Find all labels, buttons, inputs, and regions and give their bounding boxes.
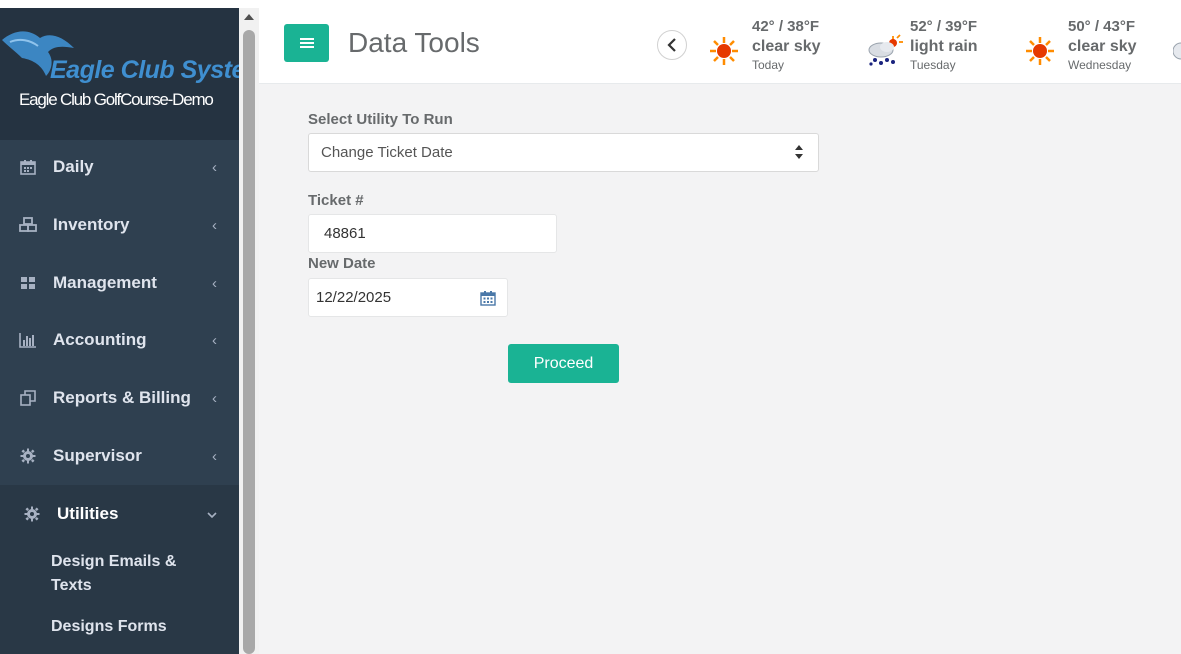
sidebar-item-label: Reports & Billing	[53, 388, 191, 407]
sun-icon	[1026, 37, 1054, 65]
utility-select[interactable]: Change Ticket Date	[308, 133, 819, 172]
weather-day: Today	[752, 58, 785, 72]
utilities-section: Utilities Design Emails & Texts Designs …	[0, 485, 239, 654]
sidebar-item-label: Daily	[53, 157, 94, 176]
sidebar-item-management[interactable]: Management ‹	[0, 254, 239, 312]
weather-day: Tuesday	[910, 58, 956, 72]
weather-tuesday: 52° / 39°F light rain Tuesday	[865, 18, 1015, 74]
menu-toggle-button[interactable]	[284, 24, 329, 62]
new-date-label: New Date	[308, 255, 376, 272]
cubes-icon	[19, 216, 37, 234]
weather-temp: 50° / 43°F	[1068, 18, 1136, 35]
utility-select-value: Change Ticket Date	[321, 144, 453, 161]
sidebar-item-reports-billing[interactable]: Reports & Billing ‹	[0, 369, 239, 427]
sidebar-item-inventory[interactable]: Inventory ‹	[0, 196, 239, 254]
logo: Eagle Club Systems	[0, 16, 280, 96]
weather-today: 42° / 38°F clear sky Today	[707, 18, 857, 74]
new-date-input[interactable]	[308, 278, 508, 317]
copy-icon	[19, 389, 37, 407]
sidebar-item-supervisor[interactable]: Supervisor ‹	[0, 427, 239, 485]
sidebar-item-label: Utilities	[57, 504, 119, 523]
weather-next-icon	[1173, 42, 1181, 60]
weather-desc: light rain	[910, 38, 978, 55]
sidebar-item-daily[interactable]: Daily ‹	[0, 138, 239, 196]
subitem-design-emails-texts[interactable]: Design Emails & Texts	[51, 550, 211, 598]
rain-cloud-icon	[868, 34, 903, 66]
weather-desc: clear sky	[752, 38, 821, 55]
sidebar-scrollbar[interactable]	[239, 8, 259, 654]
sidebar-item-accounting[interactable]: Accounting ‹	[0, 311, 239, 369]
chevron-left-icon: ‹	[212, 216, 217, 234]
chevron-left-icon: ‹	[212, 389, 217, 407]
weather-prev-button[interactable]	[657, 30, 687, 60]
utility-label: Select Utility To Run	[308, 111, 453, 128]
weather-temp: 52° / 39°F	[910, 18, 978, 35]
ticket-label: Ticket #	[308, 192, 364, 209]
weather-wednesday: 50° / 43°F clear sky Wednesday	[1023, 18, 1173, 74]
sidebar-item-label: Accounting	[53, 330, 147, 349]
bar-chart-icon	[19, 331, 37, 349]
chevron-left-icon: ‹	[212, 447, 217, 465]
sidebar-item-label: Supervisor	[53, 446, 142, 465]
grid-icon	[19, 274, 37, 292]
chevron-left-icon: ‹	[212, 331, 217, 349]
calendar-icon	[19, 158, 37, 176]
sidebar: Eagle Club Systems Eagle Club GolfCourse…	[0, 8, 280, 654]
sidebar-item-label: Management	[53, 273, 157, 292]
chevron-left-icon: ‹	[212, 274, 217, 292]
chevron-left-icon	[667, 38, 676, 52]
weather-day: Wednesday	[1068, 58, 1132, 72]
page-title: Data Tools	[348, 27, 480, 58]
gear-icon	[19, 447, 37, 465]
proceed-button[interactable]: Proceed	[508, 344, 619, 383]
sidebar-item-label: Inventory	[53, 215, 130, 234]
chevron-left-icon: ‹	[212, 158, 217, 176]
gear-icon	[23, 505, 41, 523]
select-arrows-icon	[795, 145, 803, 159]
scroll-thumb[interactable]	[243, 30, 255, 654]
weather-temp: 42° / 38°F	[752, 18, 820, 35]
calendar-icon[interactable]	[480, 290, 496, 306]
sidebar-header: Eagle Club Systems Eagle Club GolfCourse…	[0, 8, 280, 140]
chevron-down-icon	[207, 506, 217, 523]
main-content: Data Tools 42° / 38°F clear sky Today 52…	[259, 8, 1181, 654]
ticket-number-input[interactable]	[308, 214, 557, 253]
sidebar-item-utilities[interactable]: Utilities	[0, 485, 239, 543]
weather-desc: clear sky	[1068, 38, 1137, 55]
club-name: Eagle Club GolfCourse-Demo	[19, 90, 214, 109]
top-bar: Data Tools 42° / 38°F clear sky Today 52…	[259, 8, 1181, 84]
sun-icon	[710, 37, 738, 65]
scroll-up-arrow[interactable]	[244, 14, 254, 20]
subitem-designs-forms[interactable]: Designs Forms	[51, 615, 167, 639]
hamburger-icon	[299, 38, 314, 48]
